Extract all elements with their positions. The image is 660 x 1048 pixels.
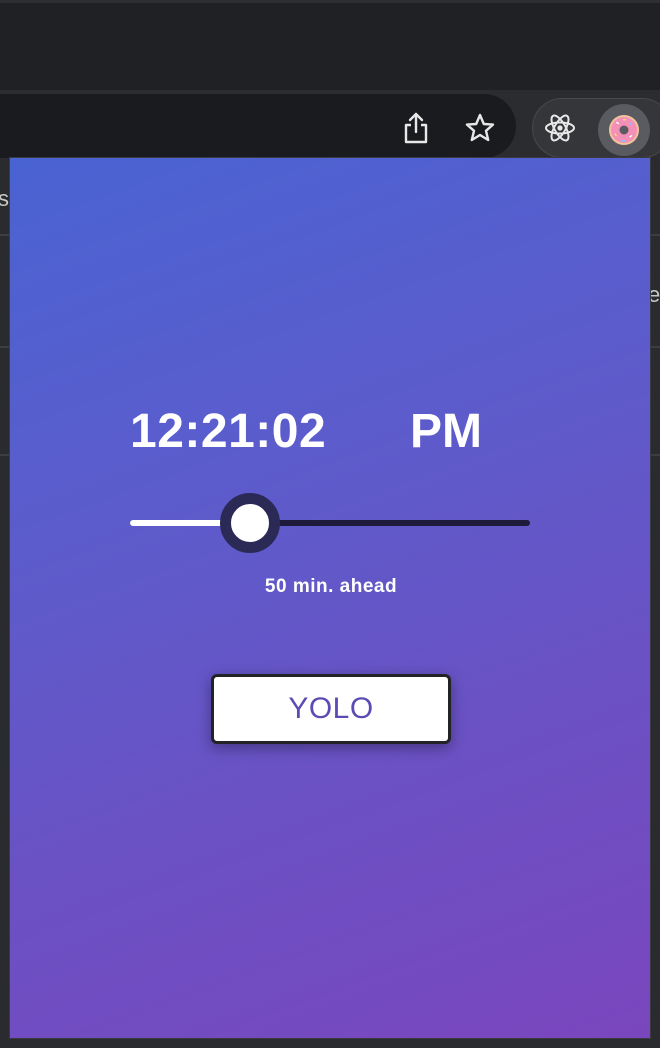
offset-label: 50 min. ahead bbox=[264, 576, 398, 597]
slider-thumb[interactable] bbox=[220, 493, 280, 553]
ampm-indicator: PM bbox=[410, 405, 482, 458]
time-value: 12:21:02 bbox=[130, 405, 327, 458]
clock-display: 12:21:02 PM bbox=[10, 404, 652, 464]
behind-text-left: s bbox=[0, 186, 9, 211]
donut-extension-icon[interactable] bbox=[598, 104, 650, 156]
time-offset-slider[interactable] bbox=[130, 492, 532, 554]
extension-popup: 12:21:02 PM 50 min. ahead YOLO bbox=[9, 157, 651, 1039]
react-extension-icon[interactable] bbox=[538, 106, 582, 150]
star-icon[interactable] bbox=[458, 106, 502, 150]
browser-tab-strip bbox=[0, 0, 660, 90]
window-rim bbox=[0, 0, 660, 3]
yolo-button[interactable]: YOLO bbox=[211, 674, 451, 744]
address-bar[interactable] bbox=[0, 94, 516, 158]
share-icon[interactable] bbox=[394, 106, 438, 150]
